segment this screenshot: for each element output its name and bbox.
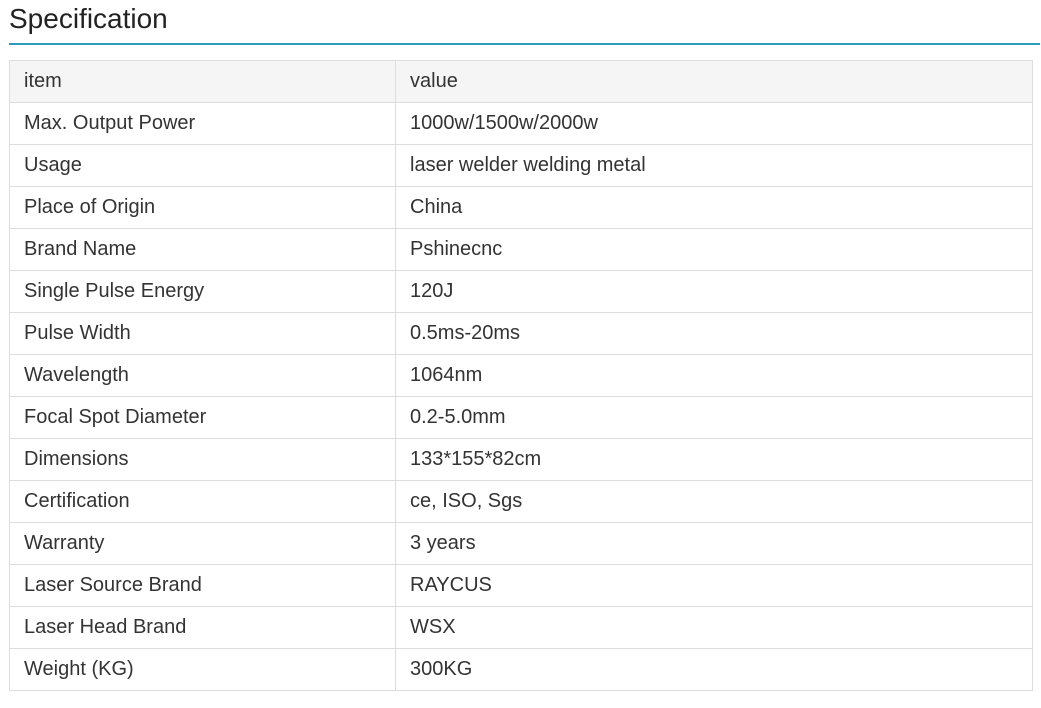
table-row: Brand Name Pshinecnc (9, 228, 1033, 271)
section-heading: Specification (9, 0, 1040, 45)
spec-value: laser welder welding metal (395, 144, 1033, 187)
table-row: Usage laser welder welding metal (9, 144, 1033, 187)
spec-value: RAYCUS (395, 564, 1033, 607)
spec-item: Certification (9, 480, 396, 523)
page: Specification item value Max. Output Pow… (0, 0, 1041, 708)
spec-value: 133*155*82cm (395, 438, 1033, 481)
table-row: Focal Spot Diameter 0.2-5.0mm (9, 396, 1033, 439)
table-row: Laser Source Brand RAYCUS (9, 564, 1033, 607)
table-row: Certification ce, ISO, Sgs (9, 480, 1033, 523)
spec-item: Place of Origin (9, 186, 396, 229)
spec-value: 1000w/1500w/2000w (395, 102, 1033, 145)
spec-value: 3 years (395, 522, 1033, 565)
column-header-value: value (395, 60, 1033, 103)
table-row: Laser Head Brand WSX (9, 606, 1033, 649)
spec-item: Wavelength (9, 354, 396, 397)
spec-item: Max. Output Power (9, 102, 396, 145)
spec-item: Focal Spot Diameter (9, 396, 396, 439)
table-header-row: item value (9, 60, 1033, 103)
specification-table: item value Max. Output Power 1000w/1500w… (9, 60, 1033, 691)
table-row: Warranty 3 years (9, 522, 1033, 565)
spec-item: Pulse Width (9, 312, 396, 355)
spec-item: Single Pulse Energy (9, 270, 396, 313)
spec-value: Pshinecnc (395, 228, 1033, 271)
spec-value: China (395, 186, 1033, 229)
table-row: Max. Output Power 1000w/1500w/2000w (9, 102, 1033, 145)
table-row: Place of Origin China (9, 186, 1033, 229)
table-row: Wavelength 1064nm (9, 354, 1033, 397)
spec-value: WSX (395, 606, 1033, 649)
table-row: Weight (KG) 300KG (9, 648, 1033, 691)
spec-value: 300KG (395, 648, 1033, 691)
spec-value: 1064nm (395, 354, 1033, 397)
table-row: Dimensions 133*155*82cm (9, 438, 1033, 481)
spec-item: Dimensions (9, 438, 396, 481)
spec-value: 0.5ms-20ms (395, 312, 1033, 355)
table-row: Pulse Width 0.5ms-20ms (9, 312, 1033, 355)
spec-item: Usage (9, 144, 396, 187)
spec-item: Weight (KG) (9, 648, 396, 691)
spec-item: Brand Name (9, 228, 396, 271)
spec-item: Laser Head Brand (9, 606, 396, 649)
spec-value: 120J (395, 270, 1033, 313)
spec-item: Laser Source Brand (9, 564, 396, 607)
column-header-item: item (9, 60, 396, 103)
table-row: Single Pulse Energy 120J (9, 270, 1033, 313)
spec-item: Warranty (9, 522, 396, 565)
spec-value: ce, ISO, Sgs (395, 480, 1033, 523)
spec-value: 0.2-5.0mm (395, 396, 1033, 439)
page-title: Specification (9, 3, 168, 34)
